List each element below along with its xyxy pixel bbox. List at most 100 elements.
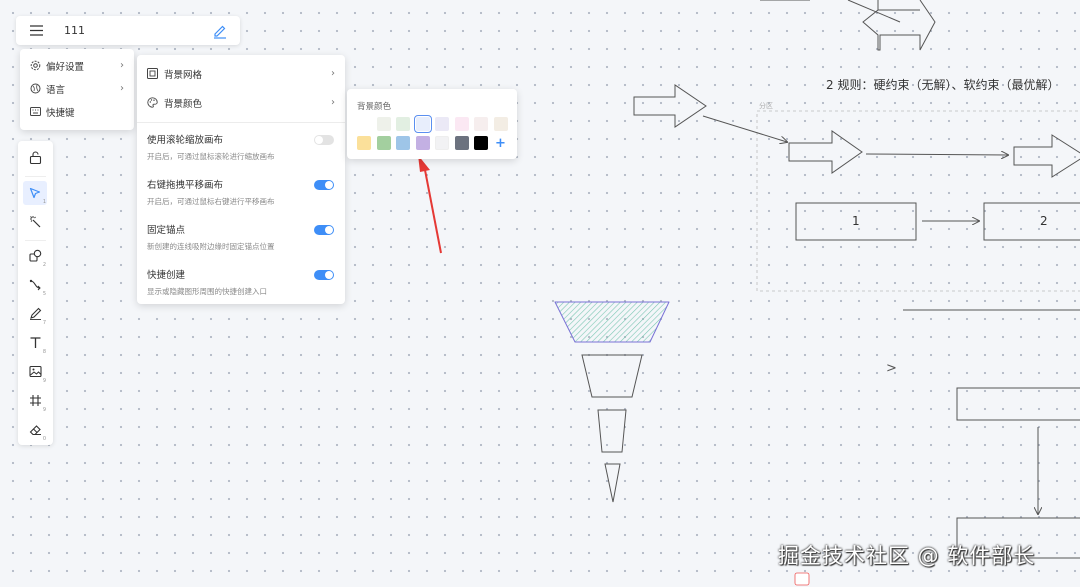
color-swatch[interactable] — [493, 117, 508, 131]
process-box-2[interactable] — [983, 202, 1080, 241]
menu-item-shortcuts[interactable]: 快捷键 — [20, 100, 134, 123]
color-swatch[interactable] — [435, 117, 449, 131]
color-swatch[interactable] — [415, 136, 430, 150]
pen-icon — [29, 305, 42, 324]
chevron-right-icon: › — [120, 83, 124, 94]
menu-divider — [137, 122, 345, 123]
preferences-submenu: 背景网格 › 背景颜色 › 使用滚轮缩放画布 开启后，可通过鼠标滚轮进行缩放画布… — [137, 55, 345, 304]
quick-create-toggle[interactable] — [314, 270, 334, 280]
keyboard-icon — [30, 106, 41, 117]
toggle-row-quick-create: 快捷创建 显示或隐藏图形周围的快捷创建入口 — [137, 262, 345, 307]
hatched-trapezoid-shape[interactable] — [554, 301, 670, 343]
chevron-right-icon[interactable]: > — [886, 361, 897, 376]
menu-item-label: 语言 — [46, 84, 66, 96]
shortcut-number: 0 — [42, 436, 46, 442]
toolbar-divider — [25, 176, 46, 177]
color-swatch[interactable] — [454, 117, 469, 131]
process-box-3[interactable] — [956, 387, 1080, 421]
right-drag-pan-toggle[interactable] — [314, 180, 334, 190]
toggle-title: 固定锚点 — [147, 225, 186, 236]
chevron-right-icon: › — [331, 68, 335, 79]
chevron-right-icon: › — [331, 97, 335, 108]
image-tool-button[interactable]: 9 — [23, 360, 47, 384]
magic-wand-icon — [29, 213, 42, 232]
shortcut-number: 7 — [42, 320, 46, 326]
block-arrow-shape-2[interactable] — [788, 130, 863, 174]
add-color-button[interactable]: + — [494, 136, 508, 151]
menu-item-label: 快捷键 — [46, 107, 75, 119]
grid-icon — [147, 68, 158, 79]
menu-item-label: 背景颜色 — [164, 98, 203, 110]
chevron-right-icon: › — [120, 60, 124, 71]
document-title[interactable]: 111 — [64, 24, 212, 37]
box-2-label: 2 — [1040, 214, 1048, 228]
shortcut-number: 2 — [42, 262, 46, 268]
menu-item-label: 偏好设置 — [46, 61, 85, 73]
color-swatch[interactable] — [396, 136, 410, 150]
color-swatch[interactable] — [454, 136, 469, 150]
toggle-description: 开启后，可通过鼠标滚轮进行缩放画布 — [147, 152, 275, 161]
shapes-icon — [28, 247, 42, 266]
trapezoid-shape[interactable] — [581, 354, 643, 398]
rule-text[interactable]: 2 规则：硬约束（无解）、软约束（最优解） — [826, 76, 1059, 93]
menu-item-background-grid[interactable]: 背景网格 › — [137, 59, 345, 88]
palette-icon — [147, 97, 158, 108]
box-1-label: 1 — [852, 214, 860, 228]
annotation-arrow — [418, 155, 442, 254]
pointer-icon — [29, 184, 41, 203]
frame-tool-button[interactable]: 9 — [23, 389, 47, 413]
toolbar-divider — [25, 240, 46, 241]
shortcut-number: 9 — [42, 407, 46, 413]
frame-icon — [29, 392, 42, 411]
lock-tool-button[interactable] — [23, 146, 47, 170]
color-swatch[interactable] — [357, 136, 371, 150]
small-app-icon[interactable] — [794, 572, 810, 586]
top-partial-shapes[interactable] — [760, 0, 936, 51]
toggle-title: 右键拖拽平移画布 — [147, 180, 224, 191]
block-arrow-shape-3[interactable] — [1013, 134, 1080, 178]
menu-item-label: 背景网格 — [164, 69, 203, 81]
watermark: 掘金技术社区 @ 软件部长 — [778, 544, 1036, 568]
hamburger-icon[interactable] — [30, 24, 44, 38]
block-arrow-shape-1[interactable] — [633, 84, 707, 128]
toggle-row-fixed-anchor: 固定锚点 新创建的连线吸附边缘时固定锚点位置 — [137, 217, 345, 262]
wheel-zoom-toggle[interactable] — [314, 135, 334, 145]
shape-tool-button[interactable]: 2 — [23, 244, 47, 268]
color-swatch[interactable] — [376, 136, 391, 150]
swatch-grid: + — [357, 115, 508, 151]
toggle-row-right-drag: 右键拖拽平移画布 开启后，可通过鼠标右键进行平移画布 — [137, 172, 345, 217]
connector-line[interactable] — [865, 154, 1008, 155]
toggle-description: 新创建的连线吸附边缘时固定锚点位置 — [147, 242, 275, 251]
menu-item-background-color[interactable]: 背景颜色 › — [137, 88, 345, 117]
menu-item-preferences[interactable]: 偏好设置 › — [20, 54, 134, 77]
color-swatch[interactable] — [376, 117, 391, 131]
pen-tool-button[interactable]: 7 — [23, 302, 47, 326]
color-swatch[interactable] — [474, 117, 488, 131]
color-swatch[interactable] — [413, 115, 432, 133]
triangle-shape[interactable] — [604, 463, 621, 503]
magic-tool-button[interactable] — [23, 210, 47, 234]
main-menu: 偏好设置 › 语言 › 快捷键 — [20, 49, 134, 130]
fixed-anchor-toggle[interactable] — [314, 225, 334, 235]
pencil-icon[interactable] — [212, 23, 228, 39]
eraser-icon — [29, 421, 42, 440]
top-bar: 111 — [16, 16, 240, 45]
color-swatch[interactable] — [396, 117, 410, 131]
color-swatch[interactable] — [474, 136, 488, 150]
connector-tool-button[interactable]: 5 — [23, 273, 47, 297]
text-tool-button[interactable]: 8 — [23, 331, 47, 355]
trapezoid-shape[interactable] — [597, 409, 627, 453]
gear-icon — [30, 60, 41, 71]
group-frame[interactable] — [756, 110, 1080, 292]
select-tool-button[interactable]: 1 — [23, 181, 47, 205]
color-swatch[interactable] — [435, 136, 449, 150]
toggle-description: 显示或隐藏图形周围的快捷创建入口 — [147, 287, 267, 296]
background-color-panel: 背景颜色 + — [347, 89, 517, 159]
image-icon — [28, 363, 42, 382]
connector-icon — [29, 276, 42, 295]
color-swatch-none — [357, 117, 371, 131]
eraser-tool-button[interactable]: 0 — [23, 418, 47, 442]
menu-item-language[interactable]: 语言 › — [20, 77, 134, 100]
lock-icon — [29, 149, 42, 168]
connector-line[interactable] — [702, 115, 787, 142]
